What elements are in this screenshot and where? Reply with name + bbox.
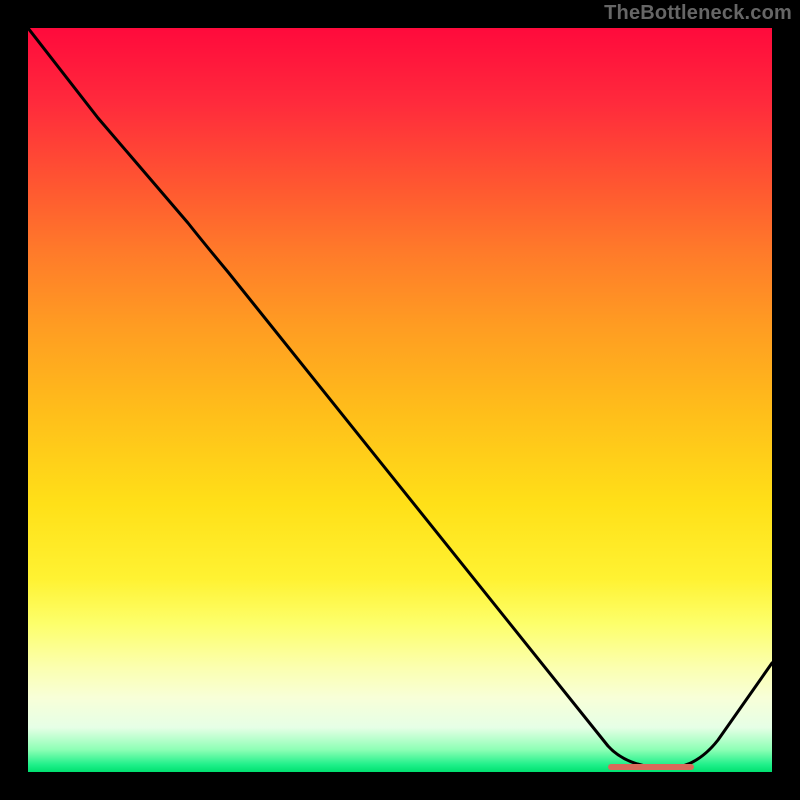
chart-container: TheBottleneck.com bbox=[0, 0, 800, 800]
optimum-marker bbox=[608, 764, 694, 770]
axis-left-margin bbox=[0, 0, 28, 800]
bottleneck-curve bbox=[28, 28, 772, 772]
plot-area bbox=[28, 28, 772, 772]
watermark: TheBottleneck.com bbox=[604, 2, 792, 25]
axis-bottom-margin bbox=[0, 772, 800, 800]
